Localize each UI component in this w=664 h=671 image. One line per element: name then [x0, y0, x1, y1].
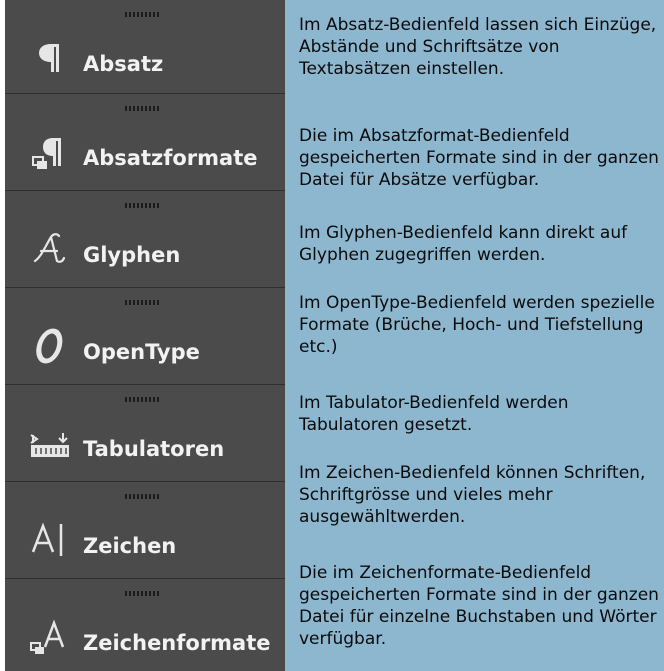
- drag-handle-grip-icon[interactable]: [125, 397, 159, 402]
- panel-absatzformate[interactable]: Absatzformate: [5, 94, 285, 191]
- opentype-icon: [27, 324, 71, 368]
- paragraph-styles-icon: [27, 130, 71, 174]
- description-column: Im Absatz-Bedienfeld lassen sich Einzüge…: [285, 0, 664, 671]
- description-zeichenformate: Die im Zeichenformate-Bedienfeld gespeic…: [299, 563, 659, 649]
- drag-handle-grip-icon[interactable]: [125, 203, 159, 208]
- panel-label-tabulatoren: Tabulatoren: [83, 437, 225, 461]
- panel-label-zeichen: Zeichen: [83, 534, 177, 558]
- description-glyphen: Im Glyphen-Bedienfeld kann direkt auf Gl…: [299, 223, 628, 265]
- panel-zeichen[interactable]: Zeichen: [5, 482, 285, 579]
- character-icon: [27, 518, 71, 562]
- description-opentype: Im OpenType-Bedienfeld werden spezielle …: [299, 293, 655, 357]
- pilcrow-icon: [27, 36, 71, 80]
- drag-handle-grip-icon[interactable]: [125, 12, 159, 17]
- panel-label-zeichenformate: Zeichenformate: [83, 631, 271, 655]
- description-absatz: Im Absatz-Bedienfeld lassen sich Einzüge…: [299, 15, 657, 79]
- panel-opentype[interactable]: OpenType: [5, 288, 285, 385]
- character-styles-icon: [27, 615, 71, 659]
- panel-tabulatoren[interactable]: Tabulatoren: [5, 385, 285, 482]
- panel-dock: Absatz Absatzformate Glyphen OpenType Ta…: [5, 0, 285, 671]
- panel-label-opentype: OpenType: [83, 340, 200, 364]
- panel-label-absatzformate: Absatzformate: [83, 146, 258, 170]
- drag-handle-grip-icon[interactable]: [125, 106, 159, 111]
- panel-glyphen[interactable]: Glyphen: [5, 191, 285, 288]
- description-zeichen: Im Zeichen-Bedienfeld können Schriften, …: [299, 463, 646, 527]
- panel-zeichenformate[interactable]: Zeichenformate: [5, 579, 285, 671]
- panel-label-glyphen: Glyphen: [83, 243, 181, 267]
- description-absatzformate: Die im Absatzformat-Bedienfeld gespeiche…: [299, 126, 659, 190]
- panel-absatz[interactable]: Absatz: [5, 0, 285, 94]
- drag-handle-grip-icon[interactable]: [125, 494, 159, 499]
- glyph-icon: [27, 227, 71, 271]
- tabulator-ruler-icon: [27, 421, 71, 465]
- panel-overview: Absatz Absatzformate Glyphen OpenType Ta…: [0, 0, 664, 671]
- panel-label-absatz: Absatz: [83, 52, 164, 76]
- drag-handle-grip-icon[interactable]: [125, 300, 159, 305]
- description-tabulatoren: Im Tabulator-Bedienfeld werden Tabulator…: [299, 393, 569, 435]
- drag-handle-grip-icon[interactable]: [125, 591, 159, 596]
